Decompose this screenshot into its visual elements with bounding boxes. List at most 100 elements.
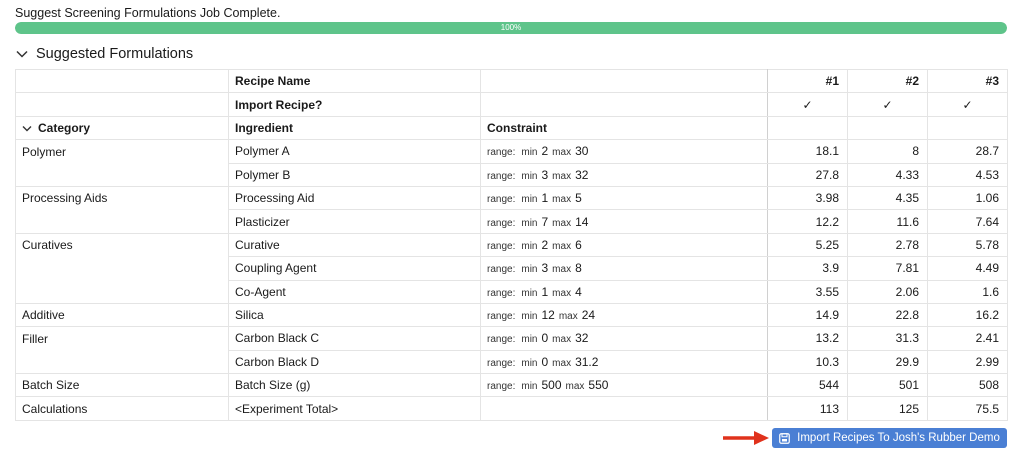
max-value: 550 (588, 378, 609, 393)
ingredient-cell: Carbon Black C (228, 326, 481, 351)
recipe-value-cell: 3.9 (767, 256, 848, 281)
min-value: 3 (541, 261, 549, 276)
max-value: 30 (575, 144, 589, 159)
recipe-value-cell: 8 (847, 139, 928, 164)
empty-cell (927, 115, 1008, 141)
recipe-value-cell: 3.98 (767, 185, 848, 211)
range-constraint: range: min 0 max 32 (487, 331, 592, 346)
category-cell: Processing Aids (15, 185, 229, 210)
recipe-value-cell: 544 (767, 373, 848, 398)
recipe-value-cell: 7.81 (847, 256, 928, 281)
recipe-value-cell: 10.3 (767, 349, 848, 375)
range-label: range: (487, 381, 516, 393)
range-constraint: range: min 3 max 8 (487, 261, 586, 276)
constraint-header: Constraint (480, 115, 768, 141)
range-constraint: range: min 2 max 6 (487, 237, 586, 252)
min-value: 0 (541, 354, 549, 369)
ingredient-cell: Polymer A (228, 139, 481, 164)
category-cell: Batch Size (15, 373, 229, 398)
category-header[interactable]: Category (15, 115, 229, 141)
min-value: 2 (541, 237, 549, 252)
min-value: 500 (541, 378, 562, 393)
recipe-value-cell: 5.78 (927, 232, 1008, 258)
range-label: range: (487, 264, 516, 276)
min-label: min (521, 357, 538, 369)
max-value: 24 (581, 308, 596, 323)
recipe-value-cell: 3.55 (767, 279, 848, 304)
min-label: min (521, 264, 538, 276)
recipe-value-cell: 2.78 (847, 232, 928, 258)
recipe-name-label: Recipe Name (228, 68, 481, 94)
table-row: Coupling Agent range: min 3 max 8 3.9 7.81 4.49 (15, 256, 1008, 281)
constraint-cell: range: min 7 max 14 (480, 209, 768, 234)
table-row: Additive Silica range: min 12 max 24 14.9 22.8 16… (15, 302, 1008, 328)
section-title: Suggested Formulations (36, 46, 194, 62)
ingredient-cell: Coupling Agent (228, 256, 481, 281)
import-checkbox-1[interactable]: ✓ (767, 92, 848, 117)
recipe-value-cell: 4.49 (927, 256, 1008, 281)
recipe-header-1: #1 (767, 68, 848, 94)
constraint-cell: range: min 1 max 4 (480, 279, 768, 304)
recipe-value-cell: 75.5 (927, 396, 1008, 421)
table-row: Polymer B range: min 3 max 32 27.8 4.33 4.53 (15, 162, 1008, 187)
ingredient-cell: Curative (228, 232, 481, 258)
range-label: range: (487, 287, 516, 299)
min-label: min (521, 217, 538, 229)
range-constraint: range: min 1 max 4 (487, 285, 586, 299)
max-label: max (552, 240, 572, 252)
progress-label: 100% (500, 23, 522, 32)
category-cell: Filler (15, 326, 229, 351)
recipe-value-cell: 12.2 (767, 209, 848, 234)
min-label: min (521, 311, 538, 323)
table-row: Filler Carbon Black C range: min 0 max 32 13.2 3… (15, 326, 1008, 351)
max-value: 32 (575, 331, 589, 346)
min-value: 7 (541, 214, 549, 229)
import-recipe-row: Import Recipe? ✓ ✓ ✓ (15, 92, 1008, 117)
max-value: 14 (575, 214, 589, 229)
min-value: 3 (541, 167, 549, 182)
range-constraint: range: min 1 max 5 (487, 191, 586, 206)
min-label: min (521, 240, 538, 252)
table-row: Carbon Black D range: min 0 max 31.2 10.3 29.9 2… (15, 349, 1008, 375)
table-row: Polymer Polymer A range: min 2 max 30 18.1 8 28.7 (15, 139, 1008, 164)
constraint-cell: range: min 2 max 30 (480, 139, 768, 164)
red-arrow-annotation (723, 431, 769, 445)
min-value: 12 (541, 308, 555, 323)
constraint-cell (480, 396, 768, 421)
category-cell: Polymer (15, 139, 229, 164)
recipe-value-cell: 113 (767, 396, 848, 421)
category-cell (15, 163, 229, 187)
max-label: max (552, 334, 572, 346)
empty-cell (847, 115, 928, 141)
min-value: 0 (541, 331, 549, 346)
min-label: min (521, 147, 538, 159)
table-row: Batch Size Batch Size (g) range: min 500 max 5… (15, 373, 1008, 398)
empty-cell (480, 68, 768, 94)
ingredient-cell: <Experiment Total> (228, 396, 481, 421)
range-label: range: (487, 194, 516, 206)
job-status-message: Suggest Screening Formulations Job Compl… (15, 6, 281, 20)
category-cell (15, 209, 229, 234)
min-label: min (521, 170, 538, 182)
min-label: min (521, 287, 538, 299)
recipe-value-cell: 29.9 (847, 349, 928, 375)
max-label: max (552, 287, 572, 299)
recipe-value-cell: 125 (847, 396, 928, 421)
column-header-row: Category Ingredient Constraint (15, 115, 1008, 141)
ingredient-cell: Polymer B (228, 162, 481, 187)
min-value: 1 (541, 191, 549, 206)
import-recipes-button[interactable]: Import Recipes To Josh's Rubber Demo (772, 428, 1007, 448)
range-constraint: range: min 2 max 30 (487, 144, 592, 159)
import-checkbox-2[interactable]: ✓ (847, 92, 928, 117)
empty-cell (15, 68, 229, 94)
max-value: 6 (575, 237, 582, 252)
recipe-value-cell: 7.64 (927, 209, 1008, 234)
recipe-value-cell: 4.53 (927, 162, 1008, 187)
max-label: max (565, 381, 585, 393)
import-checkbox-3[interactable]: ✓ (927, 92, 1008, 117)
section-toggle[interactable]: Suggested Formulations (16, 46, 193, 62)
min-label: min (521, 381, 538, 393)
max-label: max (552, 147, 572, 159)
table-row: Plasticizer range: min 7 max 14 12.2 11.6 7.64 (15, 209, 1008, 234)
table-row: Processing Aids Processing Aid range: min 1 m… (15, 185, 1008, 211)
